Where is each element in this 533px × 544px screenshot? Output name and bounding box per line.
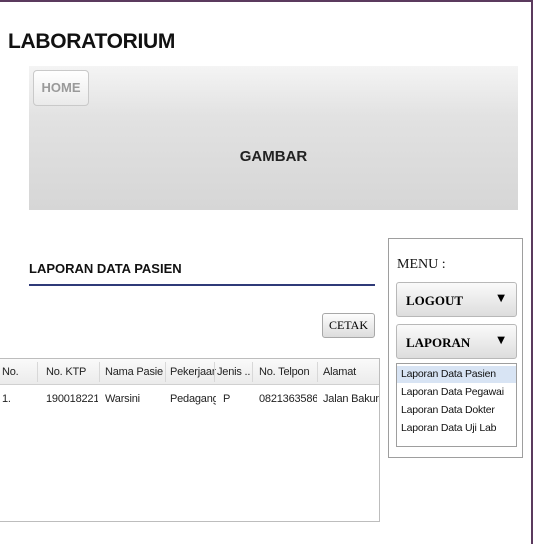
cell-alamat: Jalan Bakung — [323, 393, 379, 405]
laporan-label: LAPORAN — [406, 335, 471, 350]
home-button[interactable]: HOME — [33, 70, 89, 106]
cell-jenis: P — [223, 393, 231, 405]
cell-no: 1. — [2, 393, 11, 405]
print-button[interactable]: CETAK — [322, 313, 375, 338]
cell-pekerjaan: Pedagang — [170, 393, 216, 405]
report-title: LAPORAN DATA PASIEN — [29, 261, 182, 276]
header-banner: HOME GAMBAR — [29, 66, 518, 210]
column-header-alamat[interactable]: Alamat — [323, 366, 379, 378]
laporan-dropdown-list: Laporan Data Pasien Laporan Data Pegawai… — [396, 363, 517, 447]
dropdown-item-laporan-data-pegawai[interactable]: Laporan Data Pegawai — [397, 384, 516, 401]
logout-label: LOGOUT — [406, 293, 464, 308]
column-divider — [99, 362, 100, 382]
banner-image-placeholder: GAMBAR — [239, 148, 308, 165]
column-header-pekerjaan[interactable]: Pekerjaan — [170, 366, 216, 378]
column-divider — [37, 362, 38, 382]
dropdown-item-laporan-data-uji-lab[interactable]: Laporan Data Uji Lab — [397, 420, 516, 437]
cell-ktp: 1900182211 — [46, 393, 98, 405]
chevron-down-icon: ▼ — [497, 335, 505, 346]
app-title: LABORATORIUM — [8, 30, 176, 53]
menu-title: MENU : — [397, 257, 446, 272]
column-header-telpon[interactable]: No. Telpon — [259, 366, 315, 378]
logout-dropdown[interactable]: LOGOUT ▼ — [396, 282, 517, 317]
column-divider — [317, 362, 318, 382]
column-divider — [165, 362, 166, 382]
dropdown-item-laporan-data-pasien[interactable]: Laporan Data Pasien — [397, 366, 516, 383]
patient-table: No. No. KTP Nama Pasien Pekerjaan Jenis … — [0, 358, 380, 522]
menu-panel: MENU : LOGOUT ▼ LAPORAN ▼ Laporan Data P… — [388, 238, 523, 458]
cell-telpon: 08213635868 — [259, 393, 317, 405]
laporan-dropdown[interactable]: LAPORAN ▼ — [396, 324, 517, 359]
table-row[interactable]: 1. 1900182211 Warsini Pedagang P 0821363… — [0, 385, 379, 410]
cell-nama: Warsini — [105, 393, 140, 405]
dropdown-item-laporan-data-dokter[interactable]: Laporan Data Dokter — [397, 402, 516, 419]
column-header-ktp[interactable]: No. KTP — [46, 366, 98, 378]
column-divider — [214, 362, 215, 382]
column-header-no[interactable]: No. — [2, 366, 28, 378]
chevron-down-icon: ▼ — [497, 293, 505, 304]
table-header: No. No. KTP Nama Pasien Pekerjaan Jenis … — [0, 359, 379, 385]
title-underline — [29, 284, 375, 286]
column-header-nama[interactable]: Nama Pasien — [105, 366, 163, 378]
column-header-jenis[interactable]: Jenis ... — [217, 366, 251, 378]
column-divider — [252, 362, 253, 382]
